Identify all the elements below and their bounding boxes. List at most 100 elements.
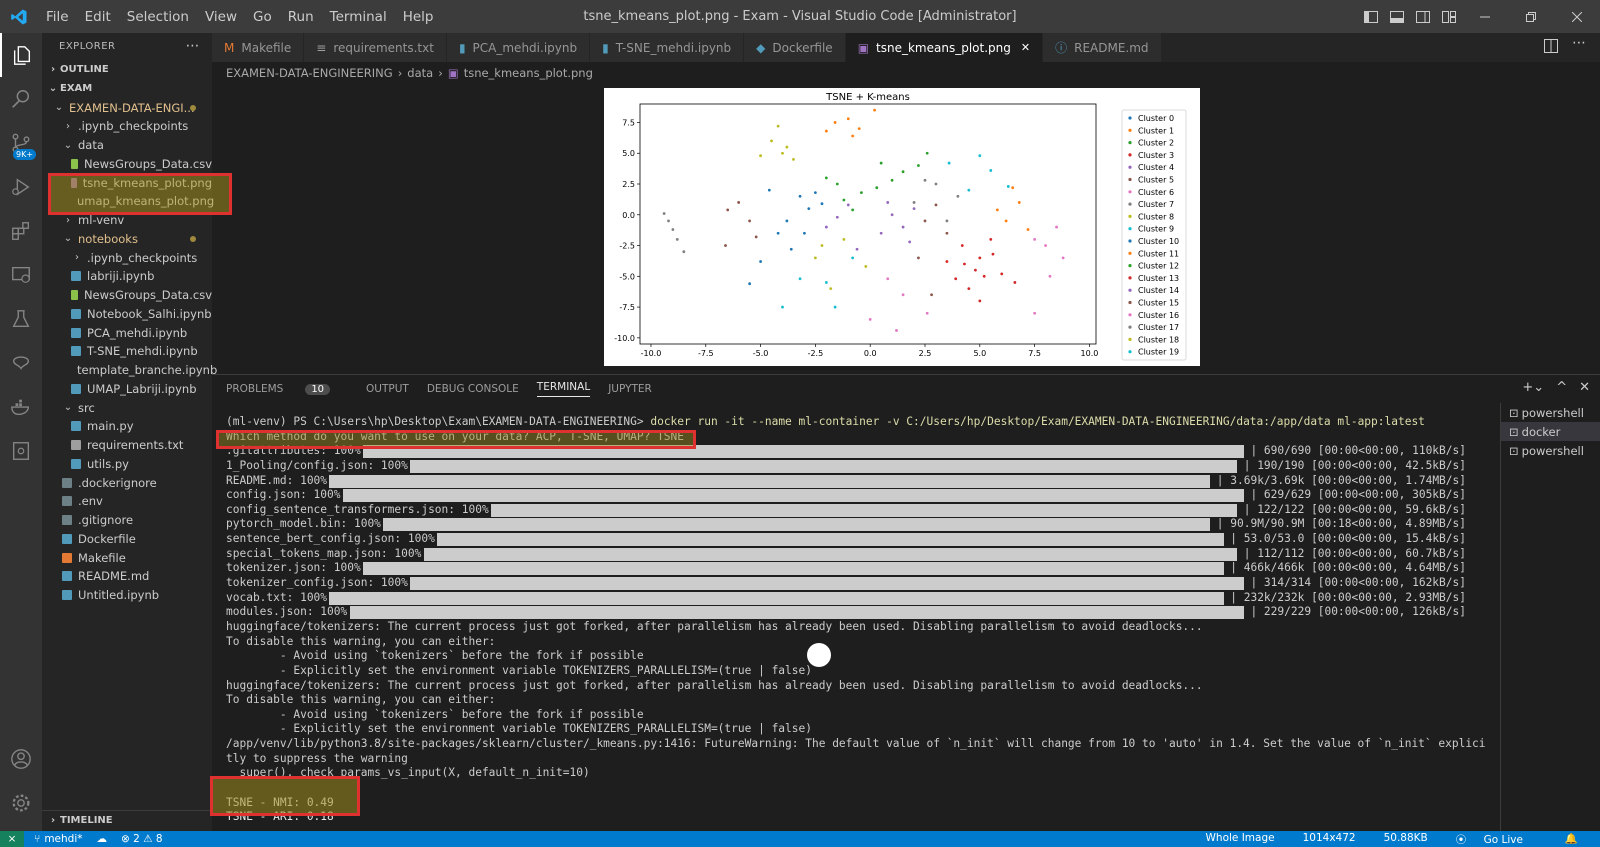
tree-item[interactable]: requirements.txt: [42, 436, 212, 455]
tree-item-label: src: [78, 400, 95, 415]
menu-view[interactable]: View: [197, 9, 245, 25]
menu-edit[interactable]: Edit: [77, 9, 119, 25]
tree-item[interactable]: PCA_mehdi.ipynb: [42, 323, 212, 342]
toggle-panel-icon[interactable]: [1384, 0, 1410, 33]
tree-item[interactable]: NewsGroups_Data.csv: [42, 286, 212, 305]
tree-item[interactable]: UMAP_Labriji.ipynb: [42, 379, 212, 398]
run-debug-icon[interactable]: [0, 165, 42, 209]
tab-tsne-kmeans-plot-png[interactable]: ▣ tsne_kmeans_plot.png ✕: [845, 33, 1044, 62]
workspace-section[interactable]: ⌄ EXAM: [42, 79, 212, 98]
tree-item[interactable]: ⌄ src: [42, 398, 212, 417]
problems-count-badge: 10: [305, 384, 331, 395]
tree-item[interactable]: README.md: [42, 567, 212, 586]
tree-item[interactable]: ⌄ notebooks: [42, 229, 212, 248]
menu-go[interactable]: Go: [245, 9, 280, 25]
toggle-secondary-sidebar-icon[interactable]: [1410, 0, 1436, 33]
tab-t-sne-mehdi-ipynb[interactable]: ▮ T-SNE_mehdi.ipynb: [590, 33, 745, 62]
tab-jupyter[interactable]: JUPYTER: [608, 383, 652, 395]
tree-item[interactable]: main.py: [42, 417, 212, 436]
source-control-icon[interactable]: 9K+: [0, 121, 42, 165]
split-editor-icon[interactable]: [1544, 39, 1558, 57]
jupyter-icon[interactable]: [0, 429, 42, 473]
tab-makefile[interactable]: M Makefile: [212, 33, 305, 62]
terminal-instance[interactable]: ⊡ powershell: [1501, 403, 1600, 422]
sync-icon[interactable]: ☁: [97, 833, 108, 845]
tree-item-label: Makefile: [78, 550, 126, 565]
go-live-button[interactable]: ⦿ Go Live: [1456, 832, 1537, 847]
download-stats: | 232k/232k [00:00<00:00, 2.93MB/s]: [1230, 590, 1466, 604]
tab-readme-md[interactable]: ⓘ README.md: [1043, 33, 1162, 62]
breadcrumb-file[interactable]: tsne_kmeans_plot.png: [464, 66, 593, 80]
menu-terminal[interactable]: Terminal: [322, 9, 395, 25]
tab-requirements-txt[interactable]: ≡ requirements.txt: [304, 33, 447, 62]
menu-file[interactable]: File: [38, 9, 77, 25]
legend-label: Cluster 12: [1138, 262, 1179, 271]
menu-selection[interactable]: Selection: [119, 9, 197, 25]
tab-debug-console[interactable]: DEBUG CONSOLE: [427, 383, 519, 395]
tree-item[interactable]: NewsGroups_Data.csv: [42, 154, 212, 173]
notifications-icon[interactable]: 🔔: [1565, 832, 1578, 847]
vscode-logo-icon: [0, 0, 38, 33]
tree-item[interactable]: Makefile: [42, 548, 212, 567]
tree-item[interactable]: T-SNE_mehdi.ipynb: [42, 342, 212, 361]
terminal-instance[interactable]: ⊡ powershell: [1501, 441, 1600, 460]
editor-more-icon[interactable]: ⋯: [1572, 35, 1586, 51]
remote-indicator-icon[interactable]: ⨯: [0, 831, 24, 847]
outline-section[interactable]: › OUTLINE: [42, 60, 212, 79]
minimize-button[interactable]: [1462, 0, 1508, 33]
tree-item[interactable]: Dockerfile: [42, 529, 212, 548]
tree-item[interactable]: utils.py: [42, 454, 212, 473]
remote-icon[interactable]: [0, 341, 42, 385]
terminal-output[interactable]: (ml-venv) PS C:\Users\hp\Desktop\Exam\EX…: [226, 415, 1486, 825]
terminal-instance[interactable]: ⊡ docker: [1501, 422, 1600, 441]
tree-item[interactable]: ⌄ data: [42, 136, 212, 155]
close-panel-icon[interactable]: ✕: [1579, 380, 1590, 395]
more-actions-icon[interactable]: ⋯: [186, 38, 201, 54]
restore-button[interactable]: [1508, 0, 1554, 33]
remote-explorer-icon[interactable]: [0, 253, 42, 297]
breadcrumb-folder[interactable]: data: [407, 66, 433, 80]
settings-gear-icon[interactable]: [0, 781, 42, 825]
tab-dockerfile[interactable]: ◆ Dockerfile: [744, 33, 846, 62]
new-terminal-icon[interactable]: +⌄: [1522, 380, 1544, 395]
tree-item[interactable]: ⌄ EXAMEN-DATA-ENGI...: [42, 98, 212, 117]
tab-problems[interactable]: PROBLEMS 10: [226, 383, 348, 395]
image-zoom-status[interactable]: Whole Image: [1206, 832, 1275, 847]
tree-item-label: EXAMEN-DATA-ENGI...: [69, 100, 195, 115]
tree-item[interactable]: labriji.ipynb: [42, 267, 212, 286]
maximize-panel-icon[interactable]: ^: [1556, 380, 1567, 395]
data-point: [895, 329, 898, 332]
tree-item[interactable]: .dockerignore: [42, 473, 212, 492]
tree-item[interactable]: › .ipynb_checkpoints: [42, 117, 212, 136]
close-tab-icon[interactable]: ✕: [1021, 41, 1030, 54]
tree-item[interactable]: template_branche.ipynb: [42, 361, 217, 380]
problems-status[interactable]: ⊗ 2 ⚠ 8: [121, 833, 163, 845]
menu-help[interactable]: Help: [395, 9, 442, 25]
tab-pca-mehdi-ipynb[interactable]: ▮ PCA_mehdi.ipynb: [446, 33, 591, 62]
docker-icon[interactable]: [0, 385, 42, 429]
testing-icon[interactable]: [0, 297, 42, 341]
legend-marker: [1128, 153, 1132, 157]
data-point: [682, 250, 686, 254]
tab-terminal[interactable]: TERMINAL: [536, 381, 591, 397]
toggle-sidebar-icon[interactable]: [1358, 0, 1384, 33]
download-stats: | 122/122 [00:00<00:00, 59.6kB/s]: [1243, 502, 1466, 516]
close-window-button[interactable]: [1554, 0, 1600, 33]
extensions-icon[interactable]: [0, 209, 42, 253]
tab-output[interactable]: OUTPUT: [366, 383, 409, 395]
timeline-section[interactable]: › TIMELINE: [42, 810, 212, 829]
customize-layout-icon[interactable]: [1436, 0, 1462, 33]
search-icon[interactable]: [0, 77, 42, 121]
account-icon[interactable]: [0, 737, 42, 781]
tree-item[interactable]: Untitled.ipynb: [42, 586, 212, 605]
tree-item[interactable]: .gitignore: [42, 511, 212, 530]
git-branch[interactable]: mehdi*: [44, 833, 82, 845]
tree-item[interactable]: .env: [42, 492, 212, 511]
tree-item[interactable]: › .ipynb_checkpoints: [42, 248, 212, 267]
outline-label: OUTLINE: [60, 64, 109, 75]
menu-run[interactable]: Run: [280, 9, 322, 25]
breadcrumb-root[interactable]: EXAMEN-DATA-ENGINEERING: [226, 66, 393, 80]
explorer-icon[interactable]: [0, 33, 42, 77]
plot-area: [639, 103, 1097, 345]
tree-item[interactable]: Notebook_Salhi.ipynb: [42, 304, 212, 323]
